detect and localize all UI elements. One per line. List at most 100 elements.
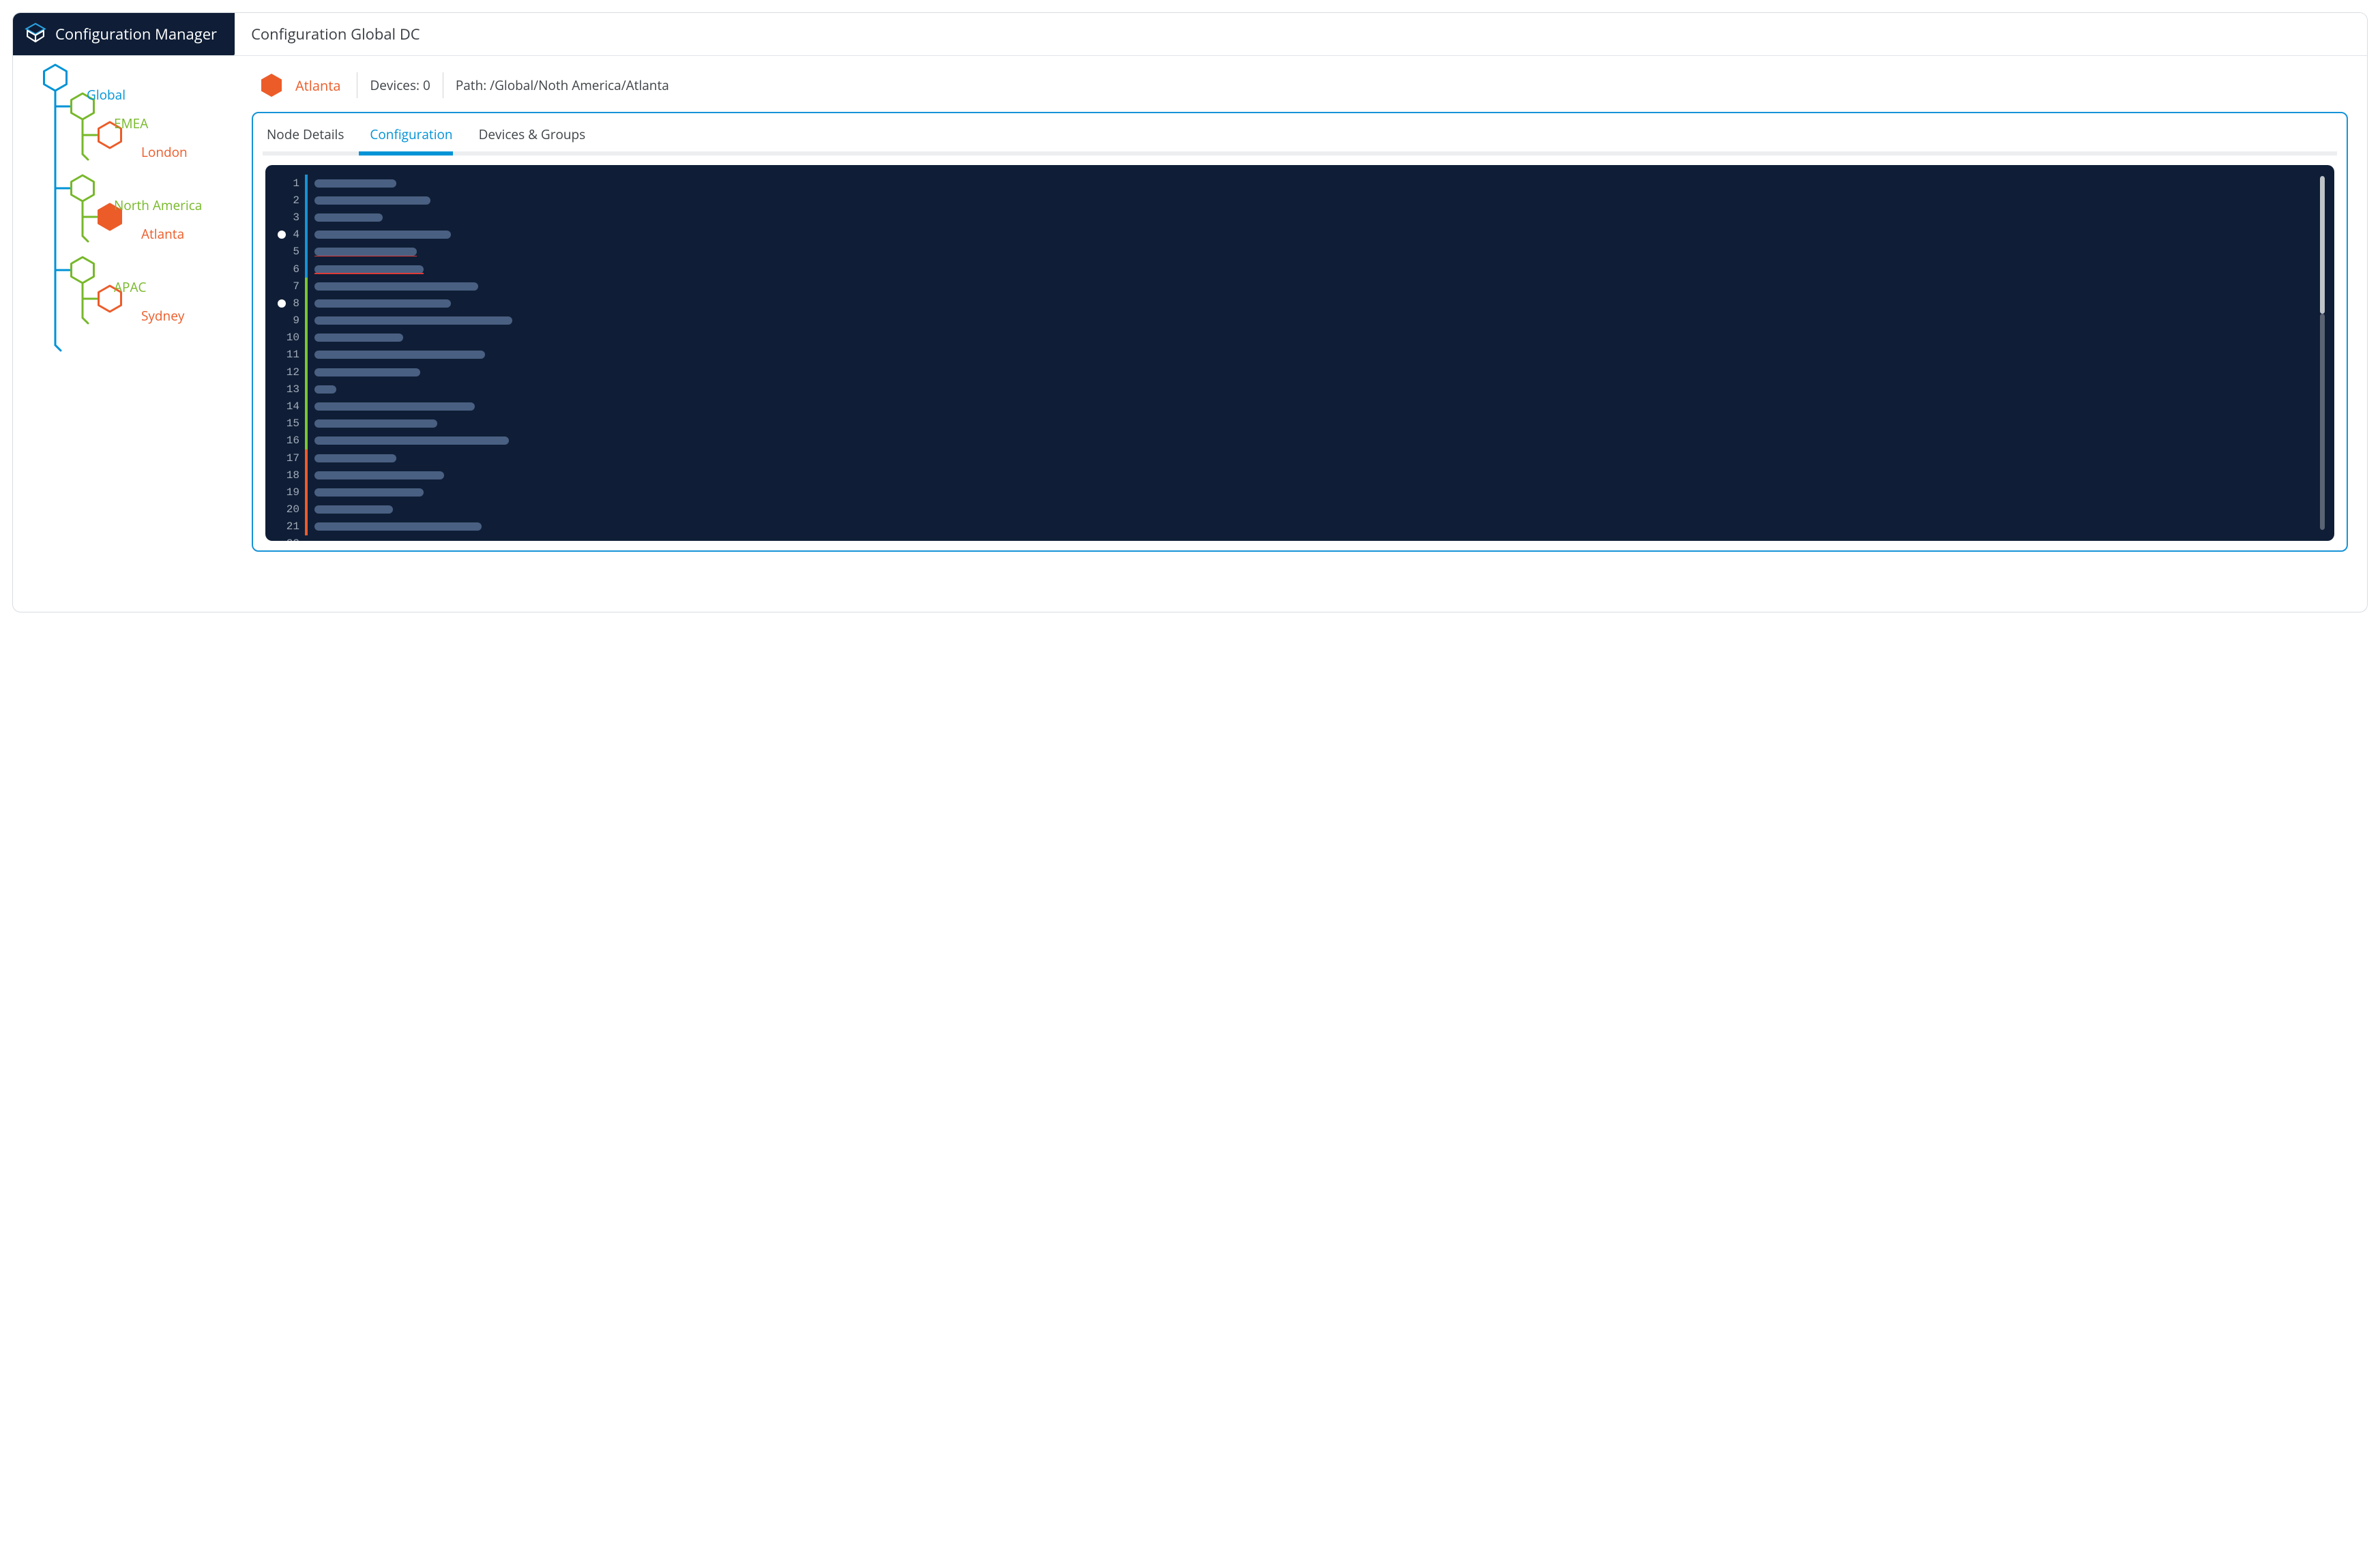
- context-devices: Devices: 0: [370, 76, 430, 94]
- code-line[interactable]: 20: [265, 501, 2334, 518]
- code-segment: [314, 231, 451, 239]
- code-segment: [314, 488, 424, 497]
- line-source-bar: [305, 312, 308, 329]
- line-source-bar: [305, 226, 308, 243]
- code-segment: [314, 179, 396, 188]
- code-line[interactable]: 14: [265, 398, 2334, 415]
- line-number: 12: [265, 366, 305, 379]
- page-title: Configuration Global DC: [235, 13, 2367, 55]
- code-line[interactable]: 3: [265, 209, 2334, 226]
- code-line[interactable]: 21: [265, 518, 2334, 535]
- tab-configuration[interactable]: Configuration: [368, 123, 454, 150]
- code-segment: [314, 334, 403, 342]
- tab-underline: [263, 151, 2337, 156]
- code-line[interactable]: 13: [265, 381, 2334, 398]
- code-line[interactable]: 6: [265, 261, 2334, 278]
- line-number: 15: [265, 417, 305, 430]
- code-segment: [314, 282, 478, 291]
- context-node-name: Atlanta: [295, 76, 340, 95]
- brand: Configuration Manager: [13, 13, 235, 55]
- line-number: 17: [265, 452, 305, 464]
- line-source-bar: [305, 329, 308, 346]
- code-line[interactable]: 10: [265, 329, 2334, 346]
- sidebar-tree: Global EMEA London North America Atlanta APAC…: [13, 56, 245, 612]
- main: Atlanta Devices: 0 Path: /Global/Noth Am…: [245, 56, 2367, 612]
- code-segment: [314, 437, 509, 445]
- line-source-bar: [305, 501, 308, 518]
- line-number: 22: [265, 535, 305, 541]
- line-number: 20: [265, 503, 305, 516]
- code-segment: [314, 316, 512, 325]
- tree-node-apac[interactable]: APAC: [114, 278, 146, 296]
- code-line[interactable]: 8: [265, 295, 2334, 312]
- line-number: 10: [265, 331, 305, 344]
- line-number: 5: [265, 246, 305, 258]
- code-segment: [314, 522, 482, 531]
- code-line[interactable]: 11: [265, 346, 2334, 364]
- strike-line: [314, 273, 424, 274]
- line-source-bar: [305, 518, 308, 535]
- tree-connectors: [13, 56, 245, 612]
- line-number: 14: [265, 400, 305, 413]
- code-segment: [314, 419, 437, 428]
- line-source-bar: [305, 278, 308, 295]
- code-line[interactable]: 7: [265, 278, 2334, 295]
- code-segment: [314, 196, 430, 205]
- logo-icon: [24, 23, 47, 46]
- scrollbar-track: [2320, 314, 2325, 530]
- hexagon-icon: [260, 72, 283, 98]
- code-line[interactable]: 12: [265, 364, 2334, 381]
- tab-node-details[interactable]: Node Details: [265, 123, 345, 150]
- app-window: Configuration Manager Configuration Glob…: [12, 12, 2368, 612]
- line-number: 9: [265, 314, 305, 327]
- config-editor[interactable]: 12345678910111213141516171819202122: [265, 165, 2334, 541]
- line-number: 21: [265, 520, 305, 533]
- code-line[interactable]: 2: [265, 192, 2334, 209]
- titlebar: Configuration Manager Configuration Glob…: [13, 13, 2367, 56]
- tree-node-atlanta[interactable]: Atlanta: [141, 225, 184, 243]
- code-segment: [314, 402, 475, 411]
- editor-scrollbar[interactable]: [2320, 176, 2325, 530]
- breakpoint-dot-icon[interactable]: [278, 299, 286, 308]
- line-source-bar: [305, 261, 308, 278]
- code-segment: [314, 471, 444, 479]
- line-number: 3: [265, 211, 305, 224]
- content-panel: Node Details Configuration Devices & Gro…: [252, 112, 2348, 552]
- code-line[interactable]: 1: [265, 175, 2334, 192]
- line-number: 6: [265, 263, 305, 276]
- code-line[interactable]: 16: [265, 432, 2334, 449]
- strike-line: [314, 256, 417, 257]
- line-source-bar: [305, 346, 308, 364]
- code-segment: [314, 505, 393, 514]
- code-line[interactable]: 5: [265, 243, 2334, 261]
- line-source-bar: [305, 449, 308, 467]
- line-source-bar: [305, 364, 308, 381]
- line-source-bar: [305, 192, 308, 209]
- context-bar: Atlanta Devices: 0 Path: /Global/Noth Am…: [252, 70, 2348, 112]
- tree-node-namerica[interactable]: North America: [114, 196, 202, 214]
- body: Global EMEA London North America Atlanta APAC…: [13, 56, 2367, 612]
- tree-node-sydney[interactable]: Sydney: [141, 307, 184, 325]
- line-source-bar: [305, 175, 308, 192]
- tree-node-global[interactable]: Global: [87, 86, 126, 104]
- tree-node-emea[interactable]: EMEA: [114, 115, 148, 132]
- tab-devices-groups[interactable]: Devices & Groups: [478, 123, 587, 150]
- brand-label: Configuration Manager: [55, 24, 217, 44]
- editor-lines: 12345678910111213141516171819202122: [265, 165, 2334, 541]
- tree-node-london[interactable]: London: [141, 143, 188, 161]
- line-number: 7: [265, 280, 305, 293]
- line-source-bar: [305, 467, 308, 484]
- code-line[interactable]: 4: [265, 226, 2334, 243]
- scrollbar-thumb[interactable]: [2320, 176, 2325, 314]
- code-line[interactable]: 15: [265, 415, 2334, 432]
- code-line[interactable]: 19: [265, 484, 2334, 501]
- code-segment: [314, 454, 396, 462]
- code-segment: [314, 248, 417, 256]
- line-source-bar: [305, 484, 308, 501]
- code-line[interactable]: 18: [265, 467, 2334, 484]
- line-source-bar: [305, 398, 308, 415]
- code-line[interactable]: 9: [265, 312, 2334, 329]
- code-line[interactable]: 17: [265, 449, 2334, 467]
- code-segment: [314, 213, 383, 222]
- line-source-bar: [305, 381, 308, 398]
